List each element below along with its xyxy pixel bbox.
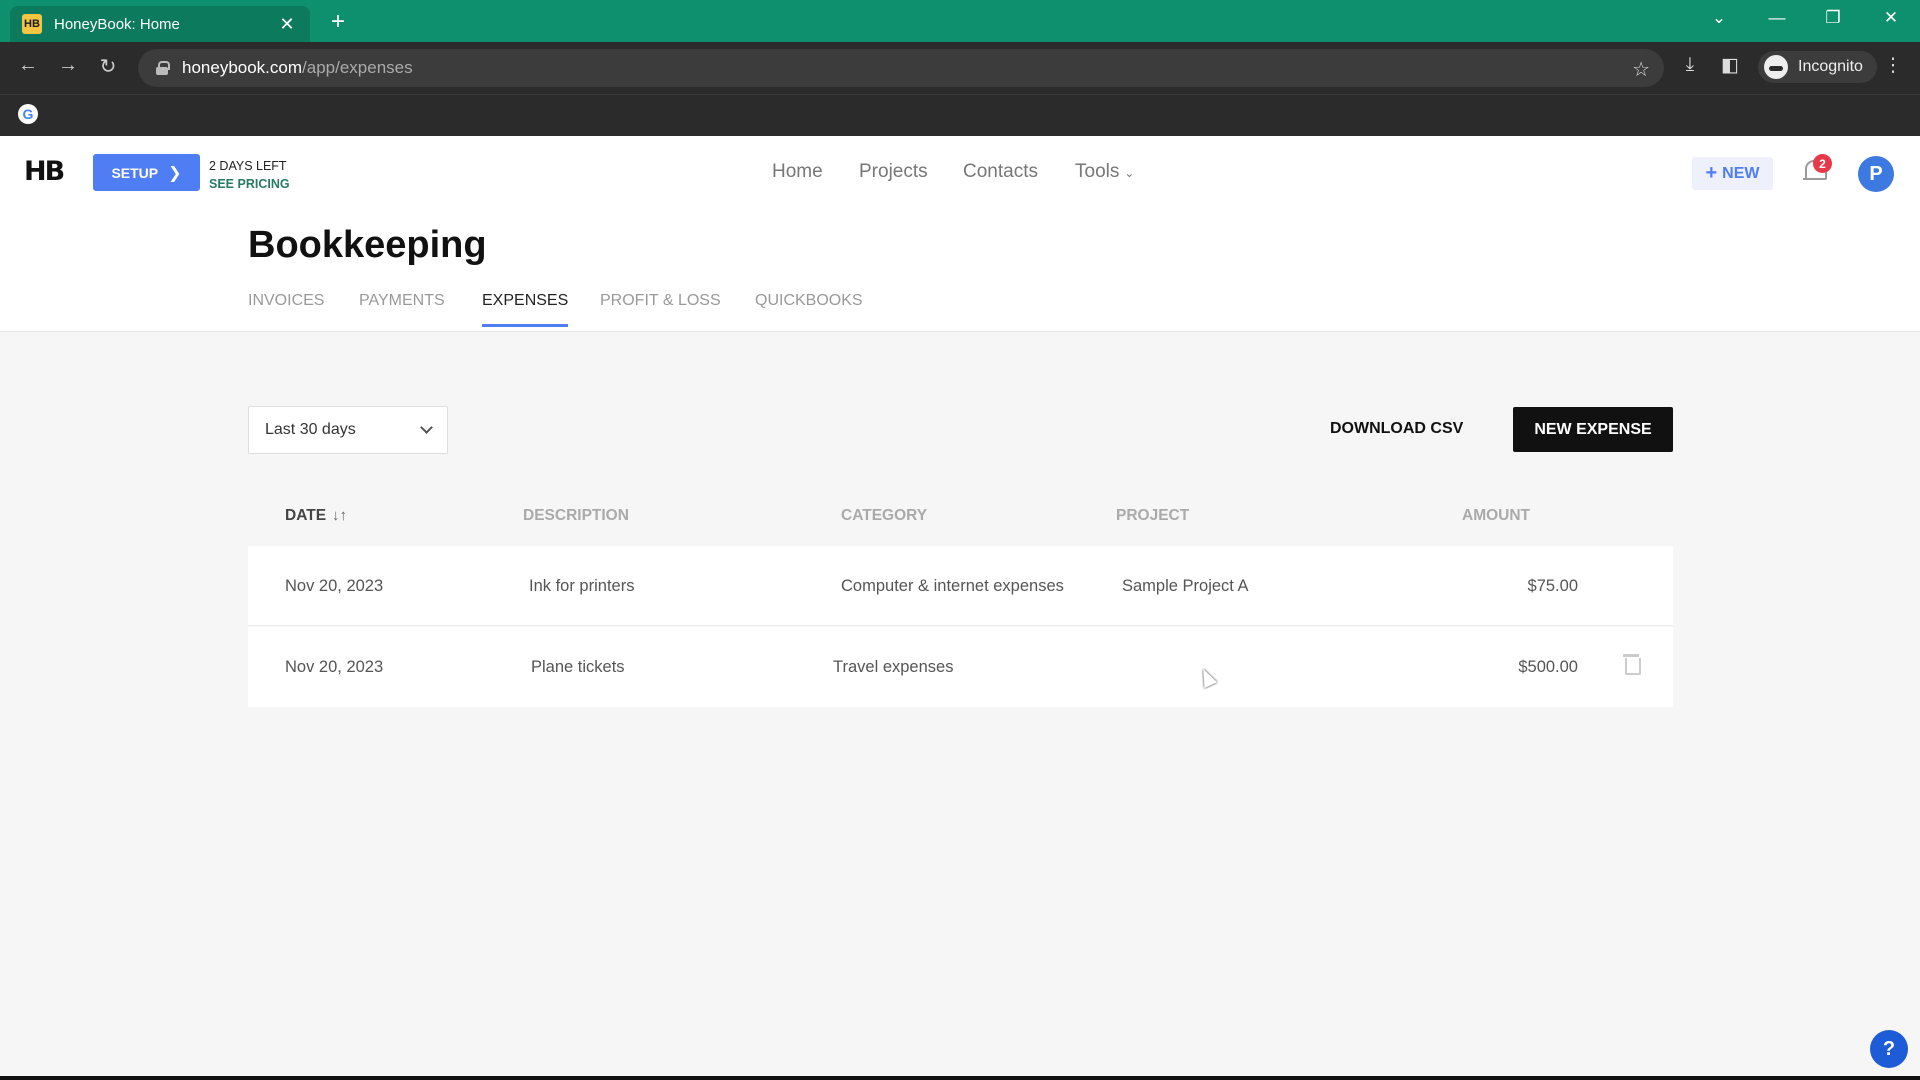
column-header-date-label: DATE — [285, 507, 327, 524]
browser-tabstrip: HB HoneyBook: Home ✕ + ⌄ — ❐ ✕ — [0, 0, 1920, 42]
restore-icon[interactable]: ❐ — [1818, 8, 1848, 28]
tab-expenses[interactable]: EXPENSES — [482, 292, 569, 327]
url-path: /app/expenses — [302, 58, 413, 77]
see-pricing-link[interactable]: SEE PRICING — [209, 177, 290, 191]
incognito-icon — [1764, 55, 1788, 79]
date-range-select[interactable]: Last 30 days — [248, 406, 448, 454]
column-header-project: PROJECT — [1116, 507, 1190, 524]
new-expense-button[interactable]: NEW EXPENSE — [1513, 407, 1673, 452]
tab-profit-loss[interactable]: PROFIT & LOSS — [600, 292, 721, 324]
bookmarks-bar: G — [0, 94, 1920, 136]
notification-badge: 2 — [1813, 154, 1832, 173]
table-row[interactable]: Nov 20, 2023 Plane tickets Travel expens… — [248, 627, 1673, 707]
google-icon[interactable]: G — [18, 104, 38, 124]
trial-days-left: 2 DAYS LEFT — [209, 159, 287, 173]
cell-project: Sample Project A — [1122, 577, 1249, 595]
new-button[interactable]: + NEW — [1692, 157, 1773, 190]
cell-category: Computer & internet expenses — [841, 577, 1064, 595]
plus-icon: + — [1705, 162, 1718, 184]
browser-toolbar: ← → ↻ honeybook.com/app/expenses ☆ ⤓ ◧ I… — [0, 42, 1920, 94]
cell-amount: $75.00 — [1527, 577, 1578, 595]
address-bar[interactable]: honeybook.com/app/expenses ☆ — [138, 49, 1664, 87]
chevron-down-icon: ⌄ — [1124, 166, 1135, 180]
setup-button[interactable]: SETUP ❯ — [93, 154, 200, 191]
browser-tab[interactable]: HB HoneyBook: Home ✕ — [10, 6, 310, 42]
tab-search-icon[interactable]: ⌄ — [1704, 8, 1734, 28]
browser-menu-icon[interactable]: ⋮ — [1880, 54, 1906, 77]
cell-date: Nov 20, 2023 — [285, 577, 384, 595]
minimize-icon[interactable]: — — [1762, 8, 1792, 28]
page-title: Bookkeeping — [248, 224, 487, 266]
tab-title: HoneyBook: Home — [54, 15, 180, 33]
window-close-icon[interactable]: ✕ — [1876, 8, 1906, 28]
new-tab-icon[interactable]: + — [325, 8, 351, 36]
tab-invoices[interactable]: INVOICES — [248, 292, 324, 324]
cell-category: Travel expenses — [833, 658, 954, 676]
chevron-right-icon: ❯ — [168, 164, 182, 182]
honeybook-logo[interactable]: HB — [24, 156, 65, 187]
cell-amount: $500.00 — [1518, 658, 1578, 676]
close-icon[interactable]: ✕ — [276, 14, 298, 35]
profile-label: Incognito — [1798, 58, 1863, 75]
nav-home[interactable]: Home — [772, 161, 823, 183]
chevron-down-icon — [420, 421, 433, 434]
column-header-amount: AMOUNT — [1462, 507, 1531, 524]
download-csv-button[interactable]: DOWNLOAD CSV — [1330, 420, 1463, 438]
column-header-description: DESCRIPTION — [523, 507, 629, 524]
cell-date: Nov 20, 2023 — [285, 658, 384, 676]
bottom-bar — [0, 1076, 1920, 1080]
help-button[interactable]: ? — [1870, 1030, 1908, 1068]
download-icon[interactable]: ⤓ — [1677, 54, 1703, 76]
url-host: honeybook.com — [182, 58, 303, 77]
incognito-profile[interactable]: Incognito — [1758, 51, 1877, 83]
column-header-date[interactable]: DATE ↓↑ — [285, 507, 347, 525]
honeybook-favicon-icon: HB — [22, 14, 42, 34]
new-label: NEW — [1722, 164, 1760, 182]
avatar[interactable]: P — [1858, 156, 1894, 192]
nav-projects[interactable]: Projects — [859, 161, 928, 183]
nav-contacts[interactable]: Contacts — [963, 161, 1038, 183]
trash-icon[interactable] — [1623, 654, 1641, 675]
date-range-value: Last 30 days — [265, 421, 356, 438]
forward-icon[interactable]: → — [54, 54, 82, 77]
column-header-category: CATEGORY — [841, 507, 928, 524]
setup-label: SETUP — [111, 164, 159, 181]
sort-icon: ↓↑ — [332, 507, 348, 524]
table-row[interactable]: Nov 20, 2023 Ink for printers Computer &… — [248, 546, 1673, 626]
lock-icon[interactable] — [156, 61, 170, 75]
reload-icon[interactable]: ↻ — [94, 54, 122, 79]
app-header: HB SETUP ❯ 2 DAYS LEFT SEE PRICING Home … — [0, 136, 1920, 206]
bookmark-star-icon[interactable]: ☆ — [1632, 57, 1650, 82]
trial-info: 2 DAYS LEFT SEE PRICING — [209, 157, 290, 191]
tab-payments[interactable]: PAYMENTS — [359, 292, 445, 324]
side-panel-icon[interactable]: ◧ — [1717, 54, 1743, 77]
page-header: Bookkeeping INVOICES PAYMENTS EXPENSES P… — [0, 206, 1920, 332]
nav-tools-label: Tools — [1075, 161, 1120, 182]
nav-tools[interactable]: Tools ⌄ — [1075, 161, 1134, 183]
cell-description: Ink for printers — [529, 577, 635, 595]
tab-quickbooks[interactable]: QUICKBOOKS — [755, 292, 863, 324]
back-icon[interactable]: ← — [14, 54, 42, 77]
cell-description: Plane tickets — [531, 658, 625, 676]
